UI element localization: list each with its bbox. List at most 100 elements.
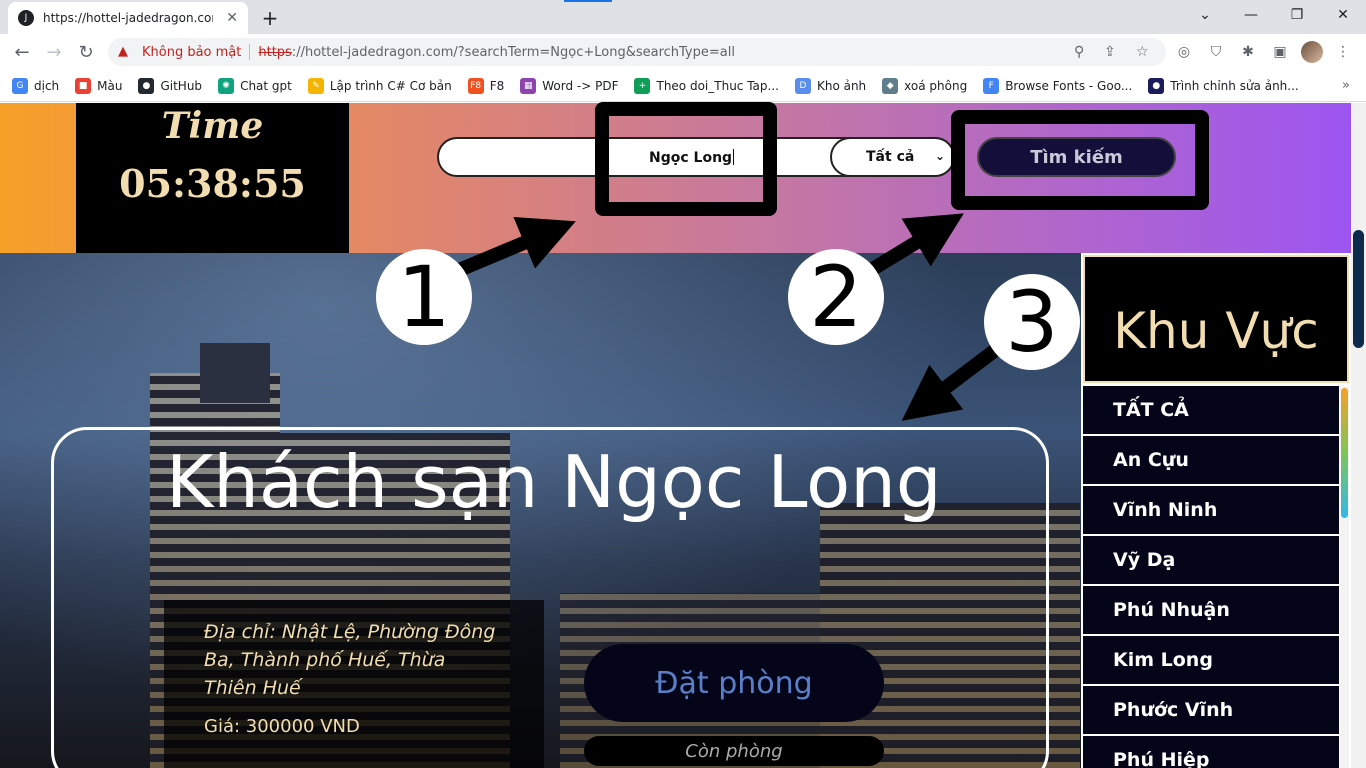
bookmark-item[interactable]: F Browse Fonts - Goo...	[983, 77, 1133, 94]
bookmark-item[interactable]: ✺ Chat gpt	[218, 77, 292, 94]
tab-search-chevron-icon[interactable]: ⌄	[1182, 0, 1228, 30]
bookmark-favicon-icon: ▦	[520, 77, 537, 94]
forward-button[interactable]: →	[40, 38, 68, 66]
url-text[interactable]: https://hottel-jadedragon.com/?searchTer…	[258, 45, 735, 60]
bookmark-favicon-icon: ✺	[218, 77, 235, 94]
page-scrollbar[interactable]	[1351, 103, 1366, 768]
bookmark-item[interactable]: F8 F8	[467, 77, 505, 94]
minimize-button[interactable]: —	[1228, 0, 1274, 30]
room-status-badge: Còn phòng	[584, 736, 884, 766]
bookmark-label: Trình chỉnh sửa ảnh...	[1170, 78, 1299, 93]
bookmark-star-icon[interactable]: ☆	[1136, 44, 1149, 60]
area-sidebar-title: Khu Vực	[1083, 255, 1349, 383]
omnibox-separator	[249, 44, 251, 60]
extension-compass-icon[interactable]: ◎	[1174, 42, 1194, 62]
bookmark-label: Màu	[97, 78, 123, 93]
tab-close-icon[interactable]: ✕	[226, 10, 238, 26]
bookmark-item[interactable]: + Theo doi_Thuc Tap...	[634, 77, 779, 94]
restore-button[interactable]: ❐	[1274, 0, 1320, 30]
new-tab-button[interactable]: +	[256, 4, 284, 32]
area-item[interactable]: Vĩnh Ninh	[1083, 486, 1339, 536]
bookmark-item[interactable]: D Kho ảnh	[794, 77, 867, 94]
site-favicon-icon: J	[18, 10, 34, 26]
area-list: TẤT CẢ An Cựu Vĩnh Ninh Vỹ Dạ Phú Nhuận Kim L…	[1083, 386, 1339, 768]
bookmark-favicon-icon: ●	[1148, 77, 1165, 94]
page-scroll-thumb[interactable]	[1353, 230, 1364, 348]
clock-label: Time	[161, 105, 264, 147]
bookmark-label: F8	[489, 78, 505, 93]
bookmark-label: xoá phông	[904, 78, 968, 93]
area-item[interactable]: Vỹ Dạ	[1083, 536, 1339, 586]
bookmark-favicon-icon: +	[634, 77, 651, 94]
area-item[interactable]: Phú Hiệp	[1083, 736, 1339, 768]
bookmark-item[interactable]: ◆ xoá phông	[882, 77, 968, 94]
bookmark-item[interactable]: ● GitHub	[138, 77, 203, 94]
active-tab[interactable]: J https://hottel-jadedragon.com/?s ✕	[8, 2, 248, 34]
area-item[interactable]: TẤT CẢ	[1083, 386, 1339, 436]
not-secure-label[interactable]: Không bảo mật	[142, 45, 241, 60]
area-sidebar: Khu Vực TẤT CẢ An Cựu Vĩnh Ninh Vỹ Dạ Phú Nh…	[1081, 253, 1351, 768]
area-item[interactable]: Phú Nhuận	[1083, 586, 1339, 636]
hotel-price: Giá: 300000 VND	[204, 716, 360, 737]
bookmark-item[interactable]: ■ Màu	[75, 77, 123, 94]
area-item[interactable]: Kim Long	[1083, 636, 1339, 686]
location-icon[interactable]: ⚲	[1074, 44, 1084, 60]
extension-shield-icon[interactable]: ⛉	[1206, 42, 1226, 62]
tab-accent-bar	[564, 0, 612, 2]
reload-button[interactable]: ↻	[72, 38, 100, 66]
bookmark-item[interactable]: ● Trình chỉnh sửa ảnh...	[1148, 77, 1299, 94]
menu-kebab-icon[interactable]: ⋮	[1333, 42, 1353, 62]
url-scheme: https	[258, 44, 292, 60]
bookmark-label: Lập trình C# Cơ bản	[329, 78, 452, 93]
more-bookmarks-icon[interactable]: »	[1342, 78, 1350, 93]
annotation-box-button	[951, 110, 1209, 210]
hotel-hero: Khách sạn Ngọc Long Địa chỉ: Nhật Lệ, Ph…	[0, 253, 1081, 768]
bookmark-label: Kho ảnh	[816, 78, 867, 93]
annotation-box-search	[595, 102, 777, 216]
tab-strip: J https://hottel-jadedragon.com/?s ✕ + ⌄…	[0, 0, 1366, 34]
area-item[interactable]: Phước Vĩnh	[1083, 686, 1339, 736]
chevron-down-icon: ⌄	[934, 149, 945, 163]
bookmark-label: Browse Fonts - Goo...	[1005, 78, 1133, 93]
bookmark-favicon-icon: ◆	[882, 77, 899, 94]
clock-panel: Time 05:38:55	[76, 103, 349, 253]
bookmark-item[interactable]: ✎ Lập trình C# Cơ bản	[307, 77, 452, 94]
building-left-top	[200, 343, 270, 403]
hotel-card: Khách sạn Ngọc Long Địa chỉ: Nhật Lệ, Ph…	[51, 427, 1049, 768]
side-panel-icon[interactable]: ▣	[1270, 42, 1290, 62]
bookmark-favicon-icon: F8	[467, 77, 484, 94]
extensions-puzzle-icon[interactable]: ✱	[1238, 42, 1258, 62]
bookmark-favicon-icon: G	[12, 77, 28, 94]
hotel-info-panel: Địa chỉ: Nhật Lệ, Phường Đông Ba, Thành …	[164, 600, 544, 768]
annotation-number-1: 1	[376, 248, 472, 346]
bookmark-item[interactable]: ▦ Word -> PDF	[520, 77, 619, 94]
hotel-name: Khách sạn Ngọc Long	[166, 440, 942, 524]
hotel-address: Địa chỉ: Nhật Lệ, Phường Đông Ba, Thành …	[204, 621, 496, 699]
bookmark-item[interactable]: Gdịch	[12, 77, 60, 94]
search-type-select[interactable]: Tất cả ⌄	[830, 137, 955, 177]
bookmark-favicon-icon: ✎	[307, 77, 324, 94]
bookmark-favicon-icon: D	[794, 77, 811, 94]
area-item[interactable]: An Cựu	[1083, 436, 1339, 486]
address-bar[interactable]: ▲ Không bảo mật https://hottel-jadedrago…	[108, 38, 1166, 66]
bookmark-label: dịch	[34, 78, 60, 93]
annotation-number-3: 3	[984, 273, 1080, 371]
bookmark-favicon-icon: F	[983, 77, 1000, 94]
book-room-button[interactable]: Đặt phòng	[584, 644, 884, 722]
close-window-button[interactable]: ✕	[1320, 0, 1366, 30]
tab-title: https://hottel-jadedragon.com/?s	[43, 11, 213, 25]
bookmarks-bar: Gdịch ■ Màu ● GitHub ✺ Chat gpt ✎ Lập trình C# C…	[0, 70, 1366, 102]
warning-icon: ▲	[118, 44, 128, 59]
annotation-number-2: 2	[788, 248, 884, 346]
area-list-scroll-thumb[interactable]	[1341, 388, 1348, 518]
area-list-scrollbar[interactable]	[1340, 386, 1349, 768]
bookmark-label: Theo doi_Thuc Tap...	[656, 78, 779, 93]
bookmark-favicon-icon: ●	[138, 77, 155, 94]
search-type-value: Tất cả	[866, 149, 915, 165]
back-button[interactable]: ←	[8, 38, 36, 66]
bookmark-label: Word -> PDF	[542, 78, 619, 93]
share-icon[interactable]: ⇪	[1104, 44, 1116, 60]
bookmark-label: GitHub	[160, 78, 203, 93]
profile-avatar[interactable]	[1301, 41, 1323, 63]
bookmark-label: Chat gpt	[240, 78, 292, 93]
